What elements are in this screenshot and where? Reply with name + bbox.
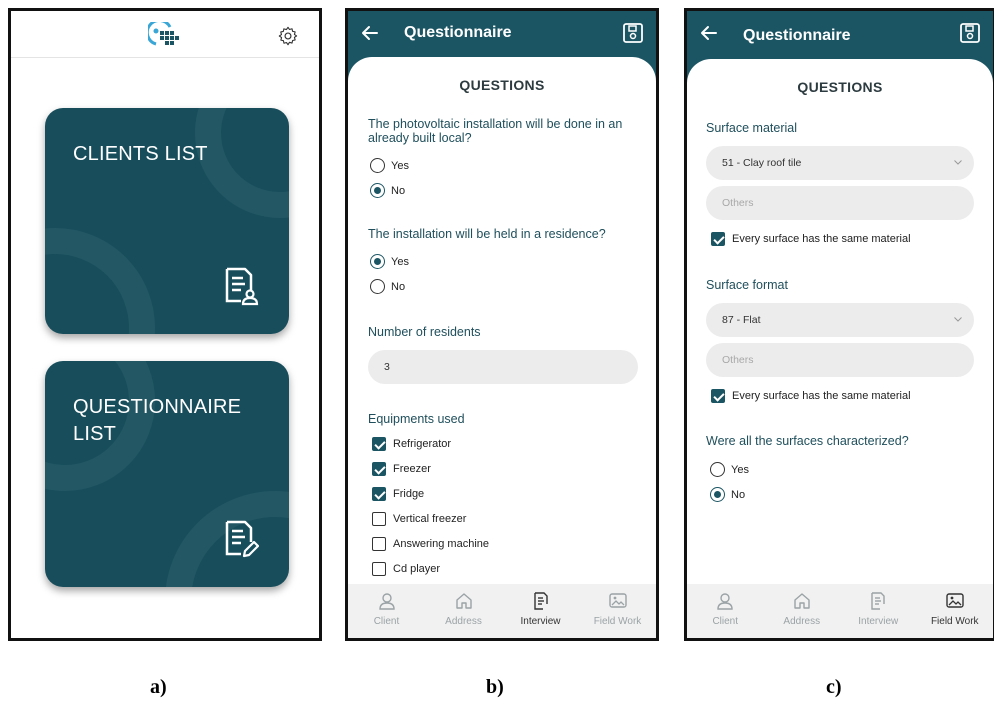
- save-icon[interactable]: [622, 22, 644, 44]
- bottom-navigation: Client Address Interview Field Work: [348, 584, 656, 638]
- nav-address[interactable]: Address: [425, 584, 502, 638]
- checkbox-same-material-2[interactable]: Every surface has the same material: [711, 389, 911, 403]
- questions-heading: QUESTIONS: [459, 77, 545, 93]
- radio-already-built-no[interactable]: No: [370, 183, 405, 198]
- nav-client[interactable]: Client: [348, 584, 425, 638]
- chevron-down-icon: [954, 317, 962, 322]
- questions-sheet: QUESTIONS Surface material 51 - Clay roo…: [687, 59, 993, 638]
- surface-format-label: Surface format: [706, 278, 788, 292]
- home-icon: [794, 593, 810, 609]
- clients-list-card[interactable]: CLIENTS LIST: [45, 108, 289, 334]
- nav-field-work[interactable]: Field Work: [917, 584, 994, 638]
- surface-material-select[interactable]: 51 - Clay roof tile: [706, 146, 974, 180]
- app-bar: Questionnaire: [687, 11, 993, 59]
- document-icon: [533, 592, 548, 610]
- checkbox-cd-player[interactable]: Cd player: [372, 562, 440, 576]
- questions-sheet: QUESTIONS The photovoltaic installation …: [348, 57, 656, 638]
- checkbox-freezer[interactable]: Freezer: [372, 462, 431, 476]
- nav-field-work[interactable]: Field Work: [579, 584, 656, 638]
- radio-characterized-no[interactable]: No: [710, 487, 745, 502]
- save-icon[interactable]: [959, 22, 981, 44]
- person-icon: [717, 593, 733, 610]
- checkbox-refrigerator[interactable]: Refrigerator: [372, 437, 451, 451]
- clients-list-title: CLIENTS LIST: [73, 143, 208, 165]
- nav-client[interactable]: Client: [687, 584, 764, 638]
- residents-input[interactable]: 3: [368, 350, 638, 384]
- chevron-down-icon: [954, 160, 962, 165]
- caption-c: c): [826, 676, 842, 698]
- home-icon: [455, 593, 472, 609]
- document-icon: [871, 592, 885, 610]
- surface-format-others-input[interactable]: Others: [706, 343, 974, 377]
- equipments-label: Equipments used: [368, 412, 465, 426]
- nav-interview[interactable]: Interview: [840, 584, 917, 638]
- nav-address[interactable]: Address: [764, 584, 841, 638]
- radio-characterized-yes[interactable]: Yes: [710, 462, 749, 477]
- app-bar-title: Questionnaire: [404, 24, 512, 41]
- home-screen: CLIENTS LIST QUESTIONNAIRE LIST: [8, 8, 322, 641]
- checkbox-answering-machine[interactable]: Answering machine: [372, 537, 489, 551]
- caption-a: a): [150, 676, 167, 698]
- caption-b: b): [486, 676, 504, 698]
- surface-format-select[interactable]: 87 - Flat: [706, 303, 974, 337]
- app-bar-title: Questionnaire: [743, 27, 851, 44]
- bottom-navigation: Client Address Interview Field Work: [687, 584, 994, 638]
- questions-heading: QUESTIONS: [797, 79, 883, 95]
- checkbox-vertical-freezer[interactable]: Vertical freezer: [372, 512, 466, 526]
- surface-material-label: Surface material: [706, 121, 798, 135]
- radio-already-built-yes[interactable]: Yes: [370, 158, 409, 173]
- questionnaire-list-title: QUESTIONNAIRE LIST: [73, 396, 242, 445]
- image-edit-icon: [608, 593, 627, 608]
- gear-icon[interactable]: [277, 25, 299, 47]
- question-characterized: Were all the surfaces characterized?: [706, 434, 909, 448]
- questionnaire-screen-b: Questionnaire QUESTIONS The photovoltaic…: [345, 8, 659, 641]
- app-bar: Questionnaire: [348, 11, 656, 59]
- radio-residence-no[interactable]: No: [370, 279, 405, 294]
- home-header: [11, 11, 319, 58]
- residents-label: Number of residents: [368, 325, 481, 339]
- edit-document-icon: [225, 520, 259, 558]
- nav-interview[interactable]: Interview: [502, 584, 579, 638]
- back-arrow-icon[interactable]: [360, 23, 380, 43]
- questionnaire-list-card[interactable]: QUESTIONNAIRE LIST: [45, 361, 289, 587]
- question-already-built: The photovoltaic installation will be do…: [368, 117, 623, 145]
- checkbox-same-material-1[interactable]: Every surface has the same material: [711, 232, 911, 246]
- grid-sun-logo: [148, 22, 179, 46]
- question-residence: The installation will be held in a resid…: [368, 227, 606, 241]
- radio-residence-yes[interactable]: Yes: [370, 254, 409, 269]
- checkbox-fridge[interactable]: Fridge: [372, 487, 424, 501]
- image-edit-icon: [946, 593, 964, 608]
- back-arrow-icon[interactable]: [699, 23, 719, 43]
- questionnaire-screen-c: Questionnaire QUESTIONS Surface material…: [684, 8, 994, 641]
- surface-material-others-input[interactable]: Others: [706, 186, 974, 220]
- person-icon: [378, 593, 395, 610]
- client-document-icon: [225, 267, 259, 306]
